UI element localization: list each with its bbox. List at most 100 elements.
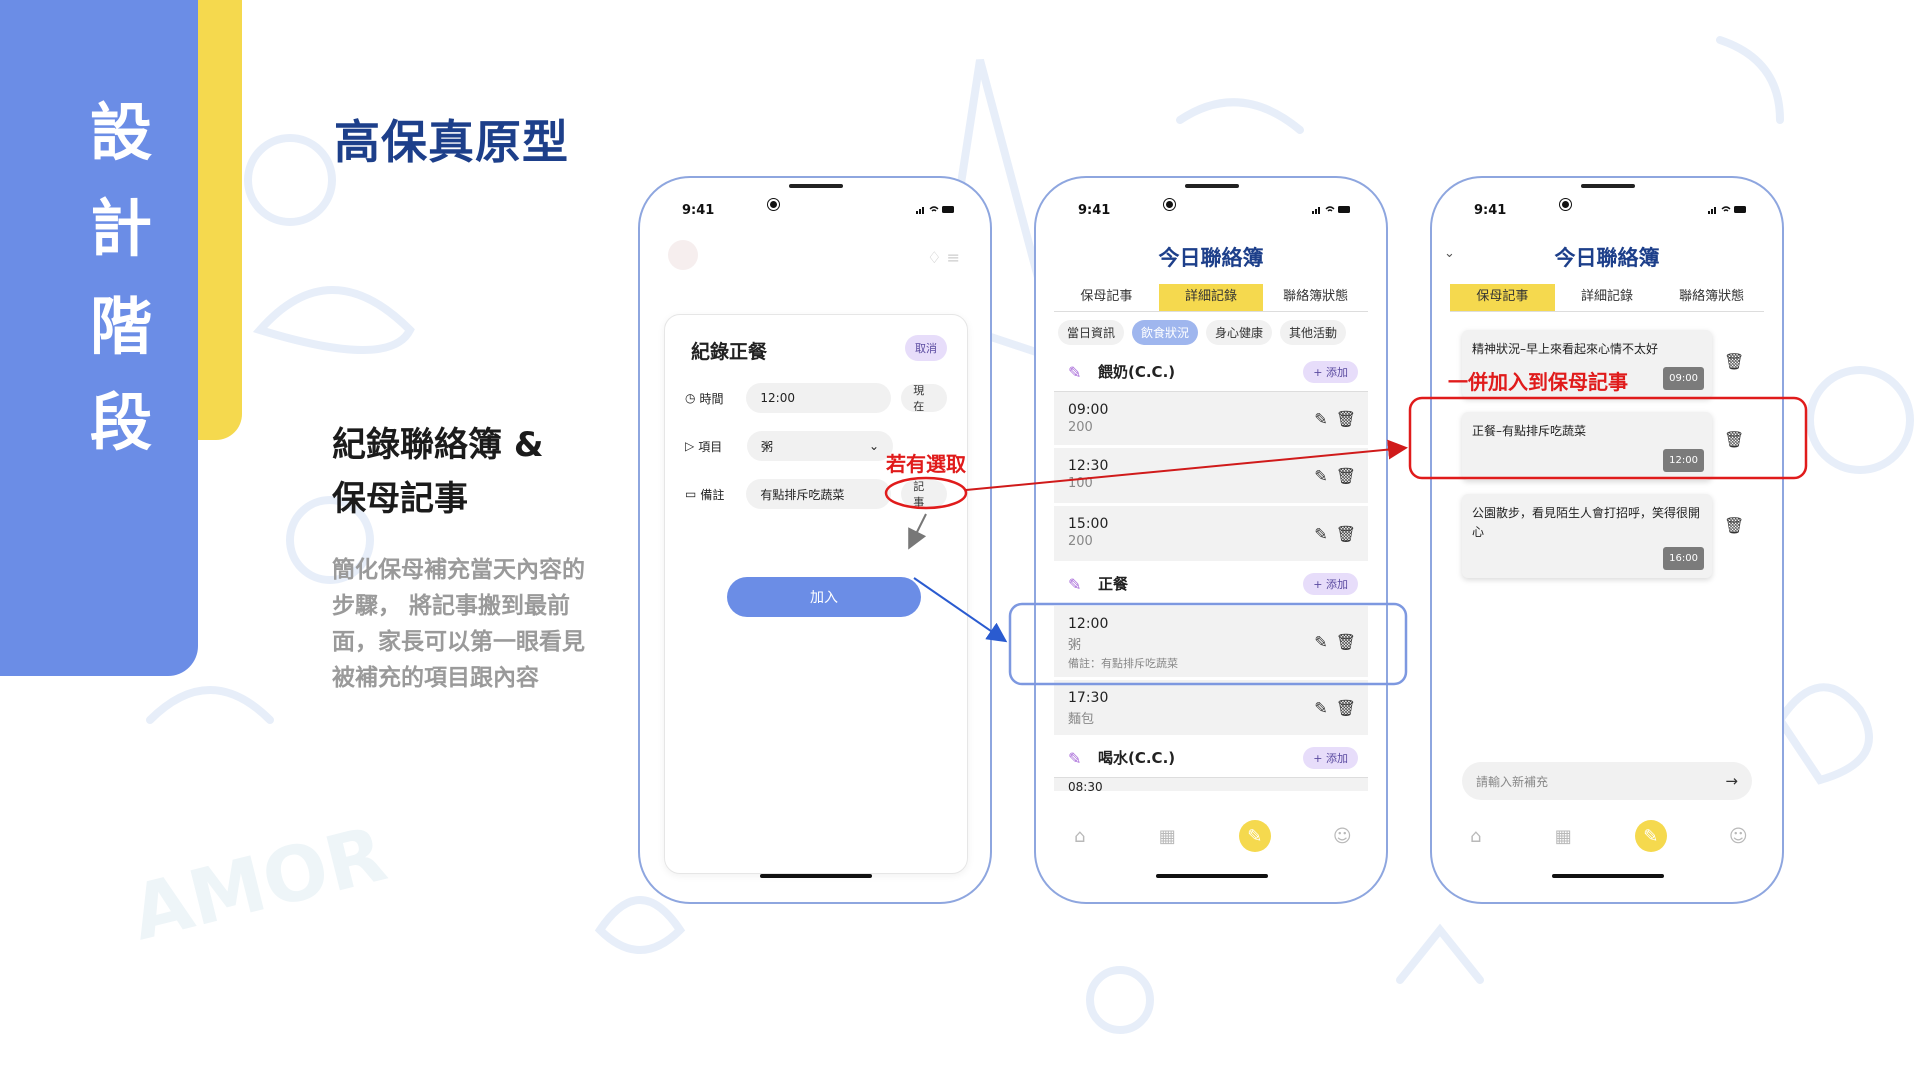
trash-icon[interactable]: 🗑 [1336, 632, 1356, 651]
time-label: ◷ 時間 [685, 391, 724, 406]
add-milk-button[interactable]: + 添加 [1303, 360, 1358, 383]
chip-diet[interactable]: 飲食狀況 [1132, 320, 1199, 345]
grid-icon[interactable]: ▦ [1151, 820, 1183, 852]
row-value: 麵包 [1068, 712, 1095, 727]
chip-other-activity[interactable]: 其他活動 [1280, 320, 1347, 345]
log-row[interactable]: 09:00 200 ✎ 🗑 [1054, 392, 1368, 448]
row-value: 粥 [1068, 638, 1082, 653]
bottom-nav: ⌂ ▦ ✎ ☺ [1036, 814, 1386, 858]
log-row[interactable]: 08:30 [1054, 778, 1368, 794]
memo-text: 公園散步，看見陌生人會打招呼，笑得很開心 [1472, 506, 1701, 539]
tab-nanny-memo[interactable]: 保母記事 [1450, 284, 1555, 311]
edit-note-icon[interactable]: ✎ [1634, 820, 1667, 852]
home-indicator [760, 874, 872, 878]
smile-icon[interactable]: ☺ [1722, 820, 1754, 852]
add-meal-button[interactable]: + 添加 [1303, 572, 1358, 595]
item-select-value: 粥 [761, 439, 774, 454]
row-value: 100 [1068, 476, 1093, 491]
home-icon[interactable]: ⌂ [1064, 820, 1096, 852]
grid-icon[interactable]: ▦ [1547, 820, 1579, 852]
log-row[interactable]: 12:30 100 ✎ 🗑 [1054, 448, 1368, 506]
pencil-icon: ✎ [1068, 574, 1082, 594]
home-icon[interactable]: ⌂ [1460, 820, 1492, 852]
row-time: 15:00 [1068, 516, 1109, 532]
trash-icon[interactable]: 🗑 [1724, 516, 1744, 535]
item-select[interactable]: 粥 ⌄ [747, 431, 893, 461]
edit-icon[interactable]: ✎ [1314, 632, 1327, 651]
memo-card[interactable]: 公園散步，看見陌生人會打招呼，笑得很開心 16:00 [1462, 494, 1712, 578]
memo-toggle-button[interactable]: 記事 [901, 480, 947, 509]
trash-icon[interactable]: 🗑 [1336, 698, 1356, 717]
log-row[interactable]: 17:30 麵包 ✎ 🗑 [1054, 680, 1368, 738]
avatar[interactable] [668, 240, 698, 270]
record-meal-dialog: 紀錄正餐 取消 ◷ 時間 12:00 現在 ▷ 項目 粥 ⌄ ▭ 備註 有點排斥吃蔬菜 … [664, 314, 968, 874]
dialog-title: 紀錄正餐 [691, 341, 768, 363]
section-name: 喝水(C.C.) [1098, 749, 1176, 767]
trash-icon[interactable]: 🗑 [1336, 466, 1356, 485]
log-row[interactable]: 15:00 200 ✎ 🗑 [1054, 506, 1368, 564]
home-indicator [1156, 874, 1268, 878]
watermark-text: AMOR [123, 809, 394, 958]
camera-dot-icon [1164, 199, 1175, 210]
edit-icon[interactable]: ✎ [1314, 466, 1327, 485]
edit-icon[interactable]: ✎ [1314, 698, 1327, 717]
tab-nanny-memo[interactable]: 保母記事 [1054, 284, 1159, 311]
memo-time-badge: 12:00 [1663, 449, 1704, 472]
note-row: ▭ 備註 有點排斥吃蔬菜 記事 [685, 479, 947, 509]
row-value: 200 [1068, 420, 1093, 435]
input-placeholder: 請輸入新補充 [1476, 774, 1549, 789]
cancel-button[interactable]: 取消 [905, 335, 947, 361]
log-row[interactable]: 12:00 粥 備註：有點排斥吃蔬菜 ✎ 🗑 [1054, 606, 1368, 680]
section-name: 正餐 [1098, 575, 1129, 593]
stage-tab: 設 計 階 段 [0, 0, 198, 676]
trash-icon[interactable]: 🗑 [1336, 409, 1356, 428]
memo-card[interactable]: 正餐–有點排斥吃蔬菜 12:00 [1462, 412, 1712, 480]
add-button[interactable]: 加入 [727, 577, 921, 617]
section-name: 餵奶(C.C.) [1098, 363, 1176, 381]
clock-icon: ◷ [685, 391, 696, 405]
tab-detail-log[interactable]: 詳細記錄 [1158, 284, 1264, 311]
trash-icon[interactable]: 🗑 [1724, 430, 1744, 449]
page-title: 高保真原型 [334, 115, 569, 169]
chip-daily-info[interactable]: 當日資訊 [1058, 320, 1125, 345]
edit-note-icon[interactable]: ✎ [1238, 820, 1271, 852]
category-chips: 當日資訊 飲食狀況 身心健康 其他活動 [1058, 320, 1368, 345]
new-supplement-input[interactable]: 請輸入新補充 → [1462, 762, 1752, 800]
arrow-right-icon[interactable]: → [1725, 772, 1738, 790]
phone-nanny-memo: 9:41 ⌄ 今日聯絡簿 保母記事 詳細記錄 聯絡簿狀態 精神狀況–早上來看起來… [1430, 176, 1784, 904]
phone-notch [1581, 184, 1635, 188]
annotation-add-to-memo: 一併加入到保母記事 [1448, 370, 1628, 394]
chevron-down-icon: ⌄ [868, 439, 879, 453]
row-time: 17:30 [1068, 690, 1109, 706]
edit-icon[interactable]: ✎ [1314, 409, 1327, 428]
status-time: 9:41 [1474, 203, 1507, 218]
now-button[interactable]: 現在 [901, 384, 947, 413]
app-title: 今日聯絡簿 [1158, 246, 1264, 270]
section-header-water: ✎ 喝水(C.C.) + 添加 [1054, 738, 1368, 778]
trash-icon[interactable]: 🗑 [1336, 524, 1356, 543]
app-title: 今日聯絡簿 [1554, 246, 1660, 270]
tag-icon: ▷ [685, 439, 695, 453]
tab-contact-status[interactable]: 聯絡簿狀態 [1263, 284, 1368, 311]
tab-contact-status[interactable]: 聯絡簿狀態 [1659, 284, 1764, 311]
camera-dot-icon [768, 199, 779, 210]
smile-icon[interactable]: ☺ [1326, 820, 1358, 852]
section-title-line: 紀錄聯絡簿 & [332, 425, 544, 465]
memo-text: 精神狀況–早上來看起來心情不太好 [1472, 342, 1659, 356]
time-input[interactable]: 12:00 [746, 383, 892, 413]
bell-menu-icon[interactable]: ♢ ≡ [927, 248, 960, 267]
edit-icon[interactable]: ✎ [1314, 524, 1327, 543]
phone-notch [1185, 184, 1239, 188]
home-indicator [1552, 874, 1664, 878]
time-row: ◷ 時間 12:00 現在 [685, 383, 947, 413]
add-water-button[interactable]: + 添加 [1303, 746, 1358, 769]
row-note: 備註：有點排斥吃蔬菜 [1068, 657, 1178, 670]
section-header-milk: ✎ 餵奶(C.C.) + 添加 [1054, 352, 1368, 392]
bottom-nav: ⌂ ▦ ✎ ☺ [1432, 814, 1782, 858]
pencil-icon: ✎ [1068, 748, 1082, 768]
tab-detail-log[interactable]: 詳細記錄 [1555, 284, 1660, 311]
chip-health[interactable]: 身心健康 [1206, 320, 1273, 345]
stage-char: 計 [89, 192, 152, 265]
note-input[interactable]: 有點排斥吃蔬菜 [746, 479, 892, 509]
trash-icon[interactable]: 🗑 [1724, 352, 1744, 371]
